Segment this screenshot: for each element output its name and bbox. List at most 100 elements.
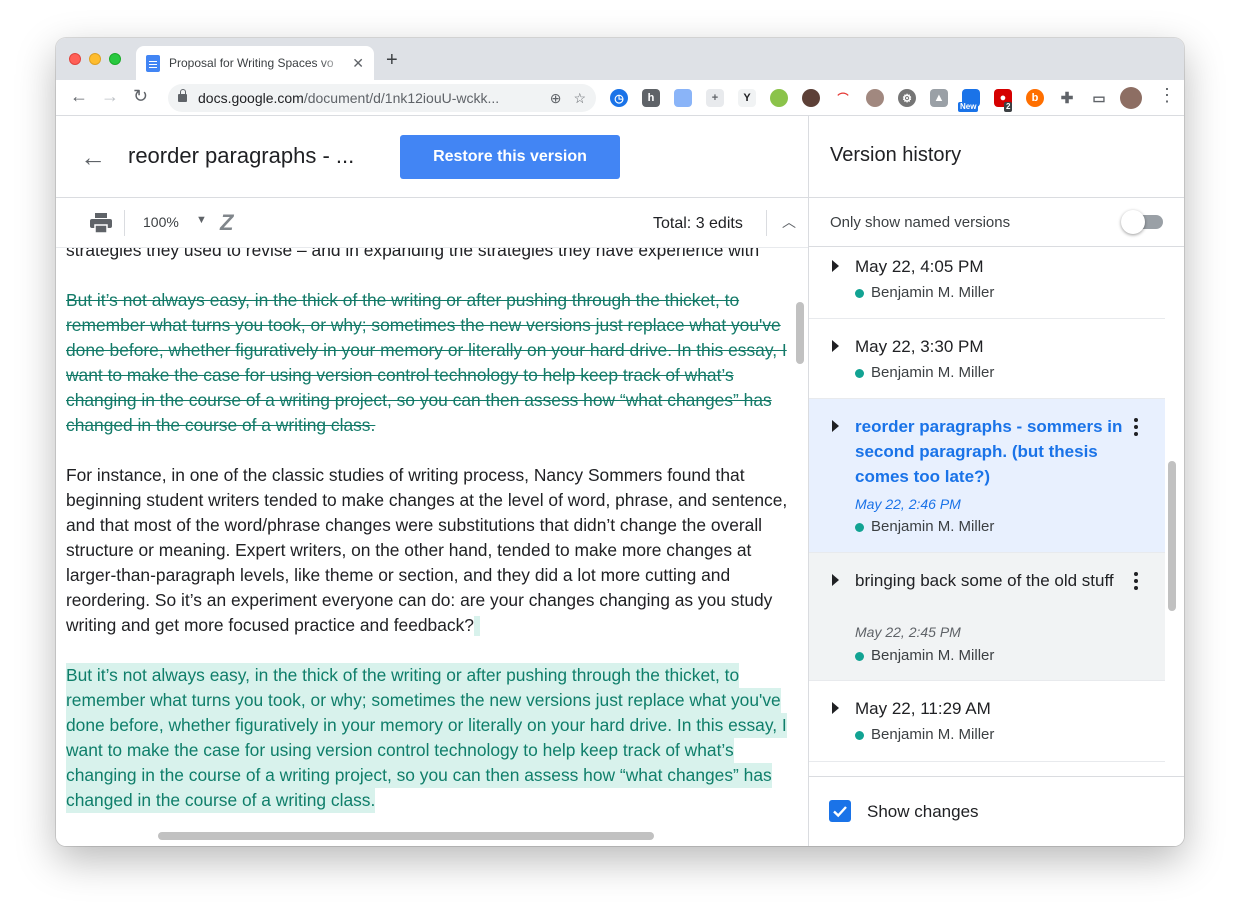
back-icon[interactable]: ←	[70, 86, 88, 107]
url-text[interactable]: docs.google.com/document/d/1nk12iouU-wck…	[198, 90, 538, 106]
document-canvas[interactable]: strategies they used to revise – and in …	[56, 248, 808, 846]
zoom-select[interactable]: 100%	[143, 214, 179, 230]
h-extension-icon[interactable]: h	[642, 89, 660, 107]
tab-strip: Proposal for Writing Spaces vo ✕ +	[56, 38, 1184, 80]
text-line: writing and get more focused practice an…	[66, 615, 474, 635]
deleted-line: But it’s not always easy, in the thick o…	[66, 290, 740, 310]
reload-icon[interactable]: ↻	[133, 86, 148, 107]
version-item[interactable]: May 22, 3:30 PM Benjamin M. Miller	[809, 319, 1165, 399]
restore-version-button[interactable]: Restore this version	[400, 135, 620, 179]
checkmark-icon	[833, 806, 847, 818]
toolbar-divider	[124, 210, 125, 236]
version-author: Benjamin M. Miller	[871, 518, 995, 535]
inserted-line: want to make the case for using version …	[66, 738, 734, 763]
leaf-extension-icon[interactable]	[770, 89, 788, 107]
chevron-up-icon[interactable]: ︿	[782, 212, 796, 232]
more-vert-icon[interactable]	[1134, 418, 1138, 439]
document-horizontal-scrollbar[interactable]	[158, 832, 654, 840]
browser-toolbar: ← → ↻ docs.google.com/document/d/1nk12io…	[56, 80, 1184, 116]
insert-marker	[473, 616, 480, 637]
cast-icon[interactable]: ▭	[1090, 89, 1108, 107]
ball-extension-icon[interactable]	[866, 89, 884, 107]
cut-paragraph: strategies they used to revise – and in …	[66, 248, 808, 263]
version-title: May 22, 3:30 PM	[855, 337, 984, 356]
author-color-dot	[855, 523, 864, 532]
version-title: reorder paragraphs - sommers in second p…	[855, 417, 1123, 486]
deleted-paragraph: But it’s not always easy, in the thick o…	[66, 288, 808, 438]
author-color-dot	[855, 289, 864, 298]
expand-triangle-icon[interactable]	[832, 702, 839, 714]
document-text: strategies they used to revise – and in …	[66, 248, 808, 838]
named-versions-toggle[interactable]	[1121, 210, 1165, 234]
text-line: larger-than-paragraph levels, like theme…	[66, 565, 731, 585]
arc-extension-icon[interactable]: ⌒	[834, 89, 852, 107]
puzzle-icon[interactable]: ✚	[1058, 89, 1076, 107]
zoom-icon[interactable]: ⊕	[550, 90, 562, 107]
deleted-line: want to make the case for using version …	[66, 365, 734, 385]
close-tab-icon[interactable]: ✕	[352, 55, 364, 72]
expand-triangle-icon[interactable]	[832, 260, 839, 272]
version-title: May 22, 4:05 PM	[855, 257, 984, 276]
pot-extension-icon[interactable]	[802, 89, 820, 107]
version-author: Benjamin M. Miller	[871, 647, 995, 664]
version-item[interactable]: May 22, 4:05 PM Benjamin M. Miller	[809, 246, 1165, 319]
inserted-paragraph: But it’s not always easy, in the thick o…	[66, 663, 808, 813]
version-item[interactable]: bringing back some of the old stuff May …	[809, 553, 1165, 681]
named-versions-label: Only show named versions	[830, 214, 1011, 231]
inserted-line: changing in the course of a writing proj…	[66, 763, 772, 788]
deleted-line: changed in the course of a writing class…	[66, 415, 376, 435]
document-vertical-scrollbar[interactable]	[796, 302, 804, 364]
panel-footer: Show changes	[809, 776, 1184, 846]
chevron-down-icon[interactable]: ▼	[196, 214, 207, 226]
address-bar[interactable]: docs.google.com/document/d/1nk12iouU-wck…	[168, 84, 596, 112]
version-item-selected[interactable]: reorder paragraphs - sommers in second p…	[809, 399, 1165, 553]
print-icon[interactable]	[90, 213, 112, 233]
version-title: reorder paragraphs - ...	[128, 143, 355, 168]
b-extension-icon[interactable]: b	[1026, 89, 1044, 107]
show-changes-label[interactable]: Show changes	[867, 802, 979, 822]
more-vert-icon[interactable]	[1134, 572, 1138, 593]
gear-extension-icon[interactable]: ⚙	[898, 89, 916, 107]
version-header: ← reorder paragraphs - ... Restore this …	[56, 116, 808, 198]
deleted-line: changing in the course of a writing proj…	[66, 390, 772, 410]
author-color-dot	[855, 652, 864, 661]
zoom-window-button[interactable]	[109, 53, 121, 65]
browser-window: Proposal for Writing Spaces vo ✕ + ← → ↻…	[56, 38, 1184, 846]
drive-extension-icon[interactable]: ▲	[930, 89, 948, 107]
inserted-line: But it’s not always easy, in the thick o…	[66, 663, 740, 688]
y-extension-icon[interactable]: Y	[738, 89, 756, 107]
sommers-paragraph: For instance, in one of the classic stud…	[66, 463, 808, 638]
text-line: strategies they used to revise – and in …	[66, 248, 760, 260]
back-arrow-icon[interactable]: ←	[80, 144, 106, 170]
minimize-window-button[interactable]	[89, 53, 101, 65]
close-window-button[interactable]	[69, 53, 81, 65]
doc-extension-icon[interactable]	[674, 89, 692, 107]
new-badge: New	[958, 102, 979, 112]
profile-avatar[interactable]	[1120, 87, 1142, 109]
expand-triangle-icon[interactable]	[832, 574, 839, 586]
inserted-line: done before, whether figuratively in you…	[66, 713, 787, 738]
z-extension-icon[interactable]: Z	[220, 210, 233, 236]
forward-icon[interactable]: →	[101, 86, 119, 107]
expand-triangle-icon[interactable]	[832, 340, 839, 352]
new-tab-button[interactable]: +	[386, 49, 398, 72]
expand-triangle-icon[interactable]	[832, 420, 839, 432]
text-line: For instance, in one of the classic stud…	[66, 465, 745, 485]
docs-toolbar: 100% ▼ Z Total: 3 edits ︿	[56, 198, 808, 248]
more-menu-icon[interactable]: ⋮	[1158, 85, 1176, 106]
show-changes-checkbox[interactable]	[829, 800, 851, 822]
panel-scrollbar[interactable]	[1168, 461, 1176, 611]
version-date: May 22, 2:45 PM	[855, 624, 961, 640]
version-date: May 22, 2:46 PM	[855, 496, 961, 512]
version-item[interactable]: May 22, 11:29 AM Benjamin M. Miller	[809, 681, 1165, 762]
bookmark-star-icon[interactable]: ☆	[573, 90, 586, 107]
clock-extension-icon[interactable]: ◷	[610, 89, 628, 107]
version-author: Benjamin M. Miller	[871, 364, 995, 381]
text-line: beginning student writers tended to make…	[66, 490, 788, 510]
toggle-knob	[1121, 210, 1145, 234]
plus-extension-icon[interactable]: +	[706, 89, 724, 107]
deleted-line: remember what turns you took, or why; so…	[66, 315, 781, 335]
browser-tab[interactable]: Proposal for Writing Spaces vo ✕	[136, 46, 374, 80]
version-author: Benjamin M. Miller	[871, 284, 995, 301]
version-title: May 22, 11:29 AM	[855, 699, 991, 718]
